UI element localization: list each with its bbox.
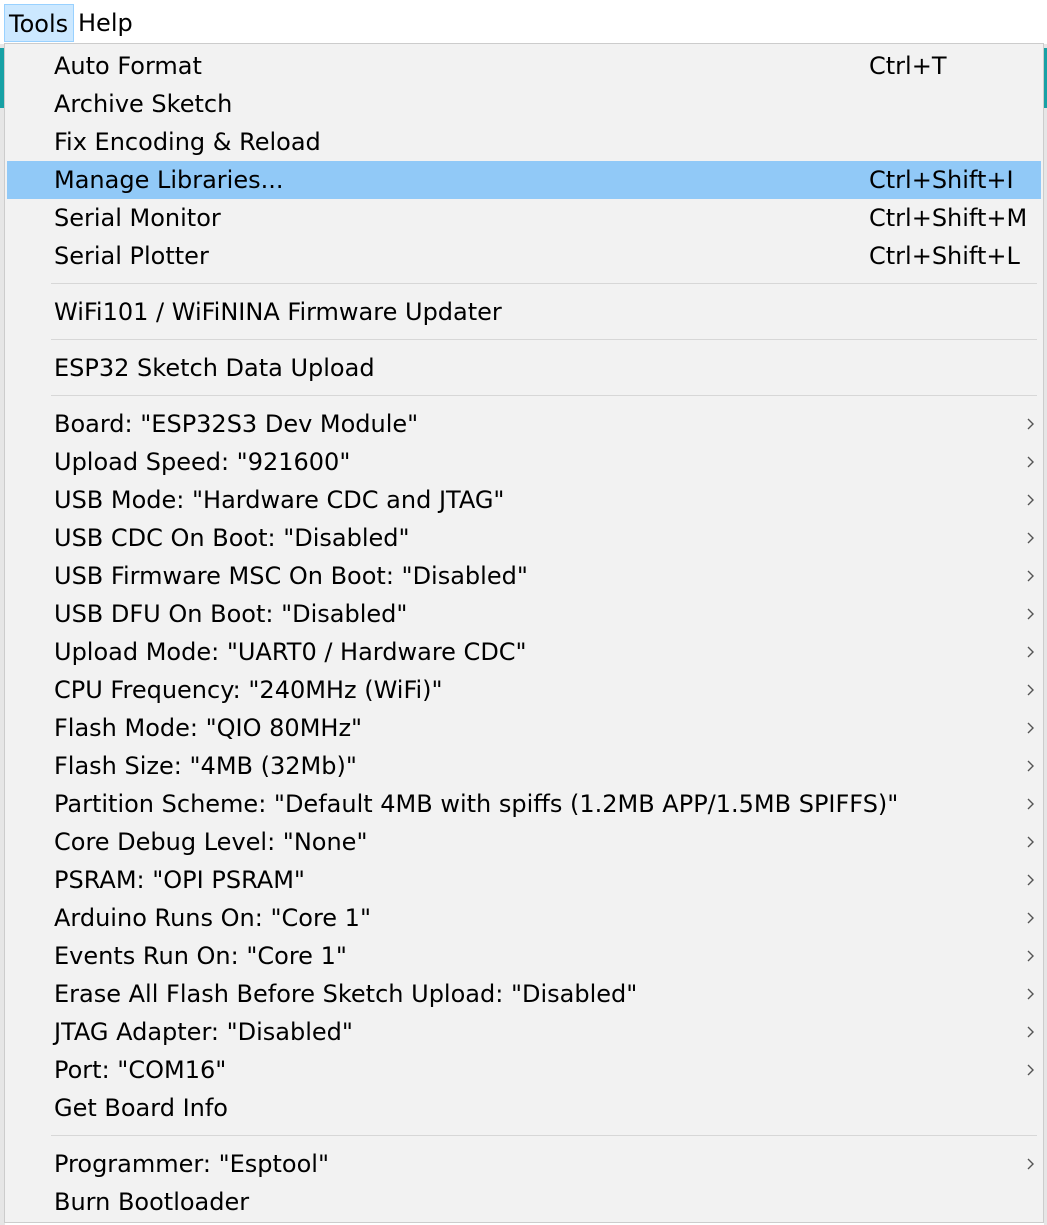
chevron-right-icon	[1027, 988, 1034, 1000]
menu-item-label: Port: "COM16"	[54, 1056, 227, 1084]
chevron-right-icon	[1027, 874, 1034, 886]
menu-item-label: USB Mode: "Hardware CDC and JTAG"	[54, 486, 505, 514]
menu-item-label: USB DFU On Boot: "Disabled"	[54, 600, 408, 628]
menu-item-label: Board: "ESP32S3 Dev Module"	[54, 410, 419, 438]
menu-item-label: Partition Scheme: "Default 4MB with spif…	[54, 790, 899, 818]
menu-item-label: Serial Plotter	[54, 242, 209, 270]
menu-item-label: Arduino Runs On: "Core 1"	[54, 904, 371, 932]
menu-item-manage-libraries[interactable]: Manage Libraries... Ctrl+Shift+I	[7, 161, 1041, 199]
chevron-right-icon	[1027, 494, 1034, 506]
menu-item-shortcut: Ctrl+Shift+L	[869, 242, 1020, 270]
menu-item-label: Fix Encoding & Reload	[54, 128, 321, 156]
chevron-right-icon	[1027, 722, 1034, 734]
menu-item-psram[interactable]: PSRAM: "OPI PSRAM"	[7, 861, 1041, 899]
menu-item-board[interactable]: Board: "ESP32S3 Dev Module"	[7, 405, 1041, 443]
menu-item-flash-size[interactable]: Flash Size: "4MB (32Mb)"	[7, 747, 1041, 785]
chevron-right-icon	[1027, 912, 1034, 924]
menu-item-label: Get Board Info	[54, 1094, 228, 1122]
menu-separator	[51, 339, 1037, 340]
menu-item-usb-dfu[interactable]: USB DFU On Boot: "Disabled"	[7, 595, 1041, 633]
chevron-right-icon	[1027, 418, 1034, 430]
menu-item-archive-sketch[interactable]: Archive Sketch	[7, 85, 1041, 123]
menu-item-label: Burn Bootloader	[54, 1188, 250, 1216]
menu-item-usb-cdc[interactable]: USB CDC On Boot: "Disabled"	[7, 519, 1041, 557]
menu-item-upload-mode[interactable]: Upload Mode: "UART0 / Hardware CDC"	[7, 633, 1041, 671]
menu-item-erase-flash[interactable]: Erase All Flash Before Sketch Upload: "D…	[7, 975, 1041, 1013]
menu-item-programmer[interactable]: Programmer: "Esptool"	[7, 1145, 1041, 1183]
menu-item-label: Programmer: "Esptool"	[54, 1150, 329, 1178]
menu-item-label: USB CDC On Boot: "Disabled"	[54, 524, 410, 552]
menu-item-shortcut: Ctrl+T	[869, 52, 947, 80]
menu-bar: Tools Help	[0, 0, 1047, 44]
menu-help[interactable]: Help	[74, 4, 138, 42]
menu-item-label: Core Debug Level: "None"	[54, 828, 368, 856]
chevron-right-icon	[1027, 608, 1034, 620]
chevron-right-icon	[1027, 684, 1034, 696]
menu-item-label: Serial Monitor	[54, 204, 221, 232]
menu-separator	[51, 395, 1037, 396]
menu-item-label: Upload Mode: "UART0 / Hardware CDC"	[54, 638, 527, 666]
menu-item-arduino-core[interactable]: Arduino Runs On: "Core 1"	[7, 899, 1041, 937]
menu-item-cpu-frequency[interactable]: CPU Frequency: "240MHz (WiFi)"	[7, 671, 1041, 709]
menu-item-flash-mode[interactable]: Flash Mode: "QIO 80MHz"	[7, 709, 1041, 747]
menu-item-label: Archive Sketch	[54, 90, 233, 118]
menu-item-serial-monitor[interactable]: Serial Monitor Ctrl+Shift+M	[7, 199, 1041, 237]
menu-item-serial-plotter[interactable]: Serial Plotter Ctrl+Shift+L	[7, 237, 1041, 275]
chevron-right-icon	[1027, 1158, 1034, 1170]
menu-item-get-board-info[interactable]: Get Board Info	[7, 1089, 1041, 1127]
menu-item-label: JTAG Adapter: "Disabled"	[54, 1018, 353, 1046]
menu-item-label: WiFi101 / WiFiNINA Firmware Updater	[54, 298, 502, 326]
menu-item-auto-format[interactable]: Auto Format Ctrl+T	[7, 47, 1041, 85]
menu-item-label: Flash Size: "4MB (32Mb)"	[54, 752, 357, 780]
menu-item-usb-msc[interactable]: USB Firmware MSC On Boot: "Disabled"	[7, 557, 1041, 595]
chevron-right-icon	[1027, 570, 1034, 582]
menu-item-esp32-data-upload[interactable]: ESP32 Sketch Data Upload	[7, 349, 1041, 387]
menu-item-label: Events Run On: "Core 1"	[54, 942, 347, 970]
menu-item-events-core[interactable]: Events Run On: "Core 1"	[7, 937, 1041, 975]
chevron-right-icon	[1027, 456, 1034, 468]
menu-item-label: Manage Libraries...	[54, 166, 284, 194]
menu-item-fix-encoding[interactable]: Fix Encoding & Reload	[7, 123, 1041, 161]
menu-item-partition-scheme[interactable]: Partition Scheme: "Default 4MB with spif…	[7, 785, 1041, 823]
chevron-right-icon	[1027, 798, 1034, 810]
chevron-right-icon	[1027, 950, 1034, 962]
menu-item-label: ESP32 Sketch Data Upload	[54, 354, 375, 382]
menu-item-label: Erase All Flash Before Sketch Upload: "D…	[54, 980, 638, 1008]
menu-separator	[51, 1135, 1037, 1136]
menu-item-port[interactable]: Port: "COM16"	[7, 1051, 1041, 1089]
chevron-right-icon	[1027, 836, 1034, 848]
chevron-right-icon	[1027, 1064, 1034, 1076]
menu-item-upload-speed[interactable]: Upload Speed: "921600"	[7, 443, 1041, 481]
menu-item-usb-mode[interactable]: USB Mode: "Hardware CDC and JTAG"	[7, 481, 1041, 519]
chevron-right-icon	[1027, 646, 1034, 658]
menu-item-debug-level[interactable]: Core Debug Level: "None"	[7, 823, 1041, 861]
menu-item-shortcut: Ctrl+Shift+I	[869, 166, 1014, 194]
menu-item-label: PSRAM: "OPI PSRAM"	[54, 866, 305, 894]
chevron-right-icon	[1027, 760, 1034, 772]
menu-item-shortcut: Ctrl+Shift+M	[869, 204, 1028, 232]
menu-item-firmware-updater[interactable]: WiFi101 / WiFiNINA Firmware Updater	[7, 293, 1041, 331]
menu-item-label: USB Firmware MSC On Boot: "Disabled"	[54, 562, 528, 590]
chevron-right-icon	[1027, 532, 1034, 544]
menu-item-label: Flash Mode: "QIO 80MHz"	[54, 714, 363, 742]
tools-dropdown-menu: Auto Format Ctrl+T Archive Sketch Fix En…	[4, 43, 1044, 1223]
menu-tools[interactable]: Tools	[4, 4, 74, 42]
chevron-right-icon	[1027, 1026, 1034, 1038]
menu-item-label: Upload Speed: "921600"	[54, 448, 351, 476]
menu-item-jtag-adapter[interactable]: JTAG Adapter: "Disabled"	[7, 1013, 1041, 1051]
menu-item-burn-bootloader[interactable]: Burn Bootloader	[7, 1183, 1041, 1221]
menu-item-label: Auto Format	[54, 52, 202, 80]
menu-separator	[51, 283, 1037, 284]
menu-item-label: CPU Frequency: "240MHz (WiFi)"	[54, 676, 443, 704]
